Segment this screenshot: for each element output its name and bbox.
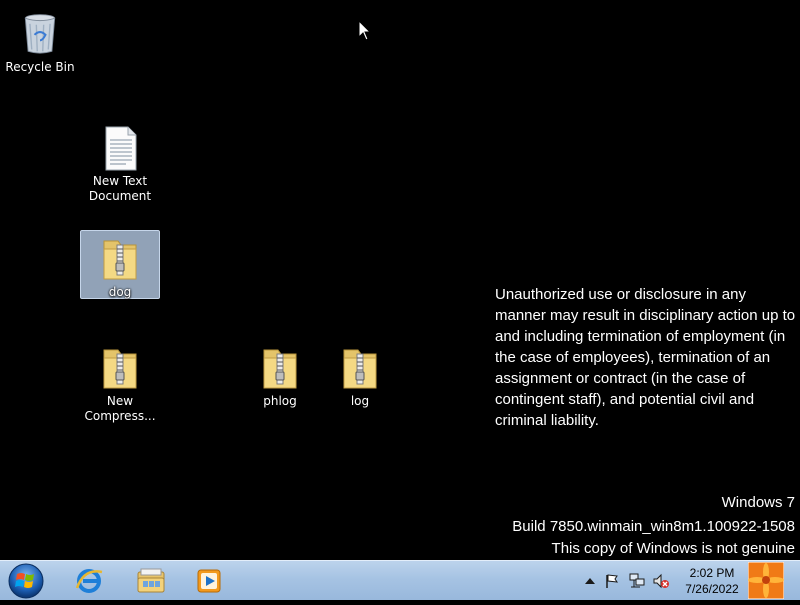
mouse-cursor-icon — [358, 20, 372, 41]
desktop-icon-dog[interactable]: dog — [80, 230, 160, 299]
desktop-icon-recycle-bin[interactable]: Recycle Bin — [0, 4, 80, 75]
taskbar-internet-explorer[interactable] — [60, 563, 118, 599]
desktop-icon-label: Recycle Bin — [5, 60, 75, 74]
clock-time: 2:02 PM — [689, 566, 735, 580]
zip-folder-icon — [263, 349, 297, 389]
desktop-icon-label: New Compress... — [84, 394, 156, 423]
desktop-icon-log[interactable]: log — [320, 340, 400, 409]
clock-date: 7/26/2022 — [685, 582, 739, 596]
legal-notice-text: Unauthorized use or disclosure in any ma… — [495, 286, 796, 429]
zip-folder-icon — [103, 240, 137, 280]
volume-muted-icon[interactable] — [652, 573, 669, 589]
desktop-icon-new-compressed-folder[interactable]: New Compress... — [80, 340, 160, 424]
watermark-not-genuine: This copy of Windows is not genuine — [551, 540, 795, 557]
show-hidden-icons-arrow[interactable] — [582, 573, 598, 589]
file-explorer-icon — [137, 568, 165, 593]
watermark-build: Build 7850.winmain_win8m1.100922-1508 — [512, 518, 795, 535]
media-player-icon — [197, 569, 221, 593]
network-icon[interactable] — [628, 573, 645, 589]
taskbar: 2:02 PM 7/26/2022 — [0, 560, 800, 600]
zip-folder-icon — [343, 349, 377, 389]
desktop-icon-label: New Text Document — [88, 174, 152, 203]
zip-folder-icon — [103, 349, 137, 389]
desktop-icon-label: dog — [108, 285, 132, 299]
taskbar-media-player[interactable] — [180, 563, 238, 599]
watermark-windows-version: Windows 7 — [721, 494, 795, 511]
flower-thumbnail-icon — [747, 561, 785, 600]
taskbar-file-explorer[interactable] — [122, 563, 180, 599]
text-document-icon — [105, 126, 137, 171]
show-desktop-button[interactable] — [747, 561, 785, 600]
desktop-icon-phlog[interactable]: phlog — [240, 340, 320, 409]
internet-explorer-icon — [75, 569, 103, 593]
desktop-icon-new-text-document[interactable]: New Text Document — [80, 120, 160, 204]
windows-orb-icon — [8, 563, 44, 599]
start-button[interactable] — [4, 561, 48, 601]
desktop-icon-label: log — [350, 394, 370, 408]
action-center-flag-icon[interactable] — [604, 573, 620, 589]
desktop-icon-label: phlog — [263, 394, 297, 408]
recycle-bin-icon — [24, 14, 56, 54]
system-clock[interactable]: 2:02 PM 7/26/2022 — [676, 565, 748, 597]
desktop[interactable]: Recycle Bin New Text Document dog New Co… — [0, 0, 800, 560]
